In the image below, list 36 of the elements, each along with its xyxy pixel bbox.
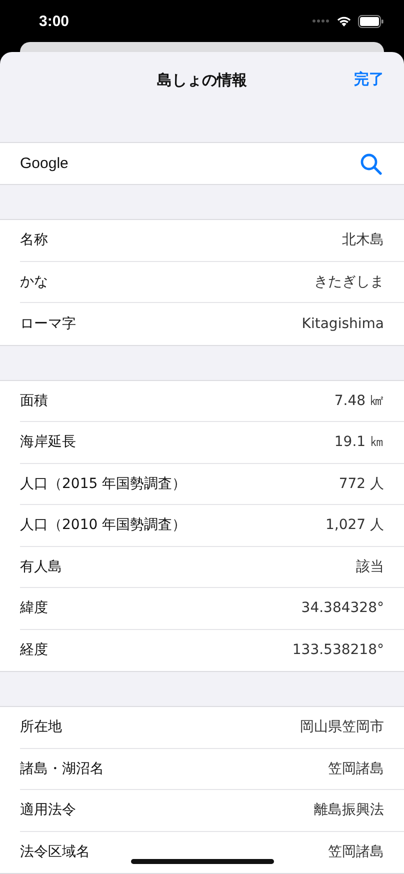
row-value: 笠岡諸島 [328,760,384,778]
row-value: 772 人 [338,474,384,493]
row-label: 法令区域名 [20,843,90,862]
search-icon[interactable] [360,152,382,174]
row-label: 緯度 [20,599,48,618]
row-label: ローマ字 [20,314,76,333]
row-value: 北木島 [342,231,384,250]
row-label: 面積 [20,392,48,410]
row-value: 133.538218° [292,642,384,658]
row-label: 経度 [20,641,48,660]
row-value: 離島振興法 [314,801,384,820]
row-label: 有人島 [20,558,62,576]
row-value: 該当 [356,558,384,576]
row-value: 笠岡諸島 [328,843,384,862]
row-value: Kitagishima [302,316,384,332]
row-label: 人口（2015 年国勢調査） [20,474,186,493]
done-button[interactable]: 完了 [354,70,384,89]
row-label: 所在地 [20,718,62,736]
row-label: 名称 [20,231,48,250]
battery-icon [358,14,384,28]
row-value: 1,027 人 [325,516,384,534]
row-value: 7.48 ㎢ [334,392,384,410]
row-value: 岡山県笠岡市 [300,718,384,736]
row-label: 適用法令 [20,801,76,820]
row-value: 19.1 ㎞ [334,433,384,452]
sheet-title: 島しょの情報 [157,70,247,90]
row-value: きたぎしま [314,272,384,291]
row-label: 海岸延長 [20,433,76,452]
row-label: 人口（2010 年国勢調査） [20,516,186,534]
wifi-icon [336,15,352,27]
status-time: 3:00 [39,12,70,30]
search-field[interactable]: Google [0,142,404,185]
row-label: かな [20,272,48,291]
row-label: 諸島・湖沼名 [20,760,104,778]
row-value: 34.384328° [301,600,384,616]
signal-icon [312,19,330,23]
